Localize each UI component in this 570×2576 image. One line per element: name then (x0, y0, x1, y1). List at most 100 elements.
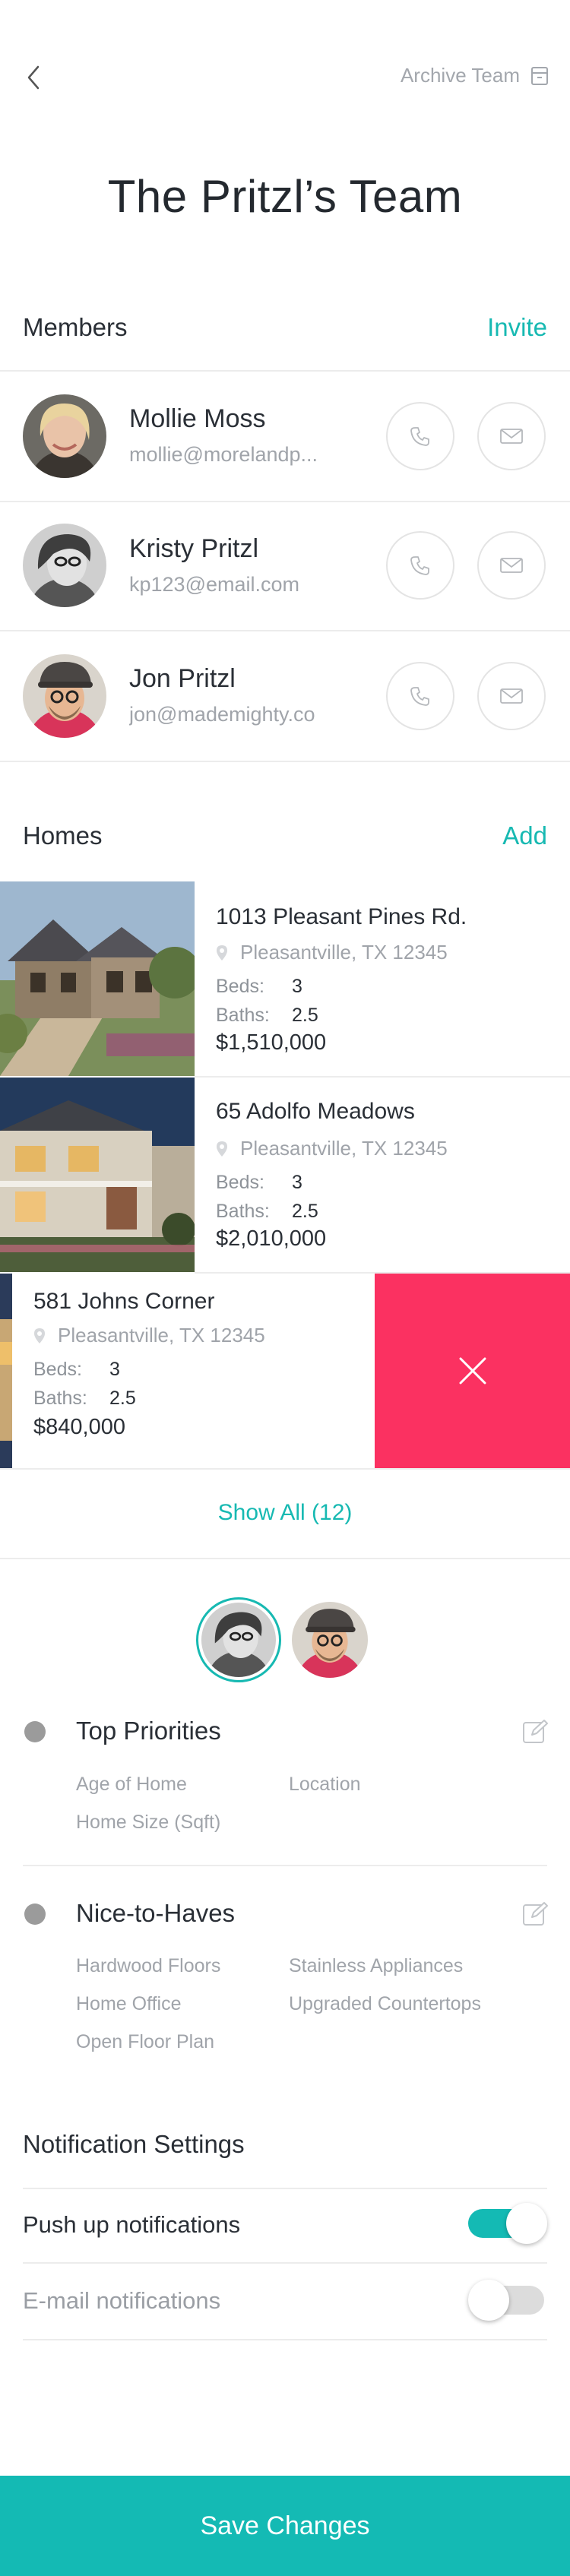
beds-value: 3 (292, 976, 302, 997)
toggle-knob (506, 2203, 547, 2244)
home-photo (0, 881, 195, 1076)
home-location: Pleasantville, TX 12345 (216, 1137, 448, 1160)
member-email: jon@mademighty.co (129, 703, 315, 726)
priority-item: Hardwood Floors (76, 1955, 221, 1976)
phone-icon (410, 556, 429, 575)
home-photo (0, 1078, 195, 1272)
mail-icon (500, 688, 523, 704)
avatar (23, 654, 106, 738)
edit-top-priorities-button[interactable] (521, 1718, 549, 1745)
home-address: 1013 Pleasant Pines Rd. (216, 904, 467, 929)
nice-to-haves-title: Nice-to-Haves (76, 1899, 236, 1927)
member-email: kp123@email.com (129, 573, 300, 596)
avatar (292, 1602, 368, 1678)
home-city: Pleasantville, TX 12345 (240, 1137, 448, 1160)
member-row[interactable]: Mollie Moss mollie@morelandp... (0, 372, 570, 501)
priority-item: Home Size (Sqft) (76, 1812, 221, 1833)
delete-home-button[interactable] (375, 1274, 570, 1468)
edit-icon (523, 1720, 548, 1743)
divider (0, 1468, 570, 1470)
member-name: Kristy Pritzl (129, 534, 258, 563)
email-button[interactable] (477, 402, 546, 470)
phone-icon (410, 427, 429, 446)
member-name: Jon Pritzl (129, 664, 236, 693)
beds-label: Beds: (33, 1359, 82, 1380)
home-price: $2,010,000 (216, 1226, 327, 1251)
divider (0, 1558, 570, 1559)
back-button[interactable] (18, 62, 49, 93)
mail-icon (500, 558, 523, 573)
member-email: mollie@morelandp... (129, 443, 318, 466)
email-button[interactable] (477, 531, 546, 600)
notification-settings-title: Notification Settings (23, 2130, 245, 2158)
priority-item: Location (289, 1774, 361, 1795)
priority-item: Upgraded Countertops (289, 1993, 481, 2014)
home-card[interactable]: 1013 Pleasant Pines Rd. Pleasantville, T… (0, 881, 570, 1076)
divider (23, 2339, 547, 2340)
divider (23, 2188, 547, 2189)
save-changes-button[interactable]: Save Changes (0, 2476, 570, 2576)
priority-item: Open Floor Plan (76, 2031, 215, 2052)
priority-bullet (24, 1904, 46, 1925)
home-card[interactable]: 581 Johns Corner Pleasantville, TX 12345… (0, 1274, 570, 1468)
priority-item: Home Office (76, 1993, 182, 2014)
add-home-button[interactable]: Add (502, 821, 547, 850)
baths-value: 2.5 (109, 1388, 136, 1409)
homes-section-title: Homes (23, 821, 103, 850)
top-priorities-title: Top Priorities (76, 1717, 221, 1745)
member-row[interactable]: Jon Pritzl jon@mademighty.co (0, 631, 570, 761)
divider (23, 1865, 547, 1866)
call-button[interactable] (386, 402, 454, 470)
home-city: Pleasantville, TX 12345 (240, 941, 448, 964)
phone-icon (410, 687, 429, 706)
archive-team-button[interactable]: Archive Team (401, 64, 549, 87)
call-button[interactable] (386, 662, 454, 730)
baths-label: Baths: (216, 1201, 270, 1222)
home-address: 581 Johns Corner (33, 1289, 215, 1314)
archive-team-label: Archive Team (400, 64, 520, 87)
member-name: Mollie Moss (129, 404, 266, 433)
push-notifications-toggle[interactable] (468, 2203, 547, 2244)
edit-nice-to-haves-button[interactable] (521, 1900, 549, 1928)
members-section-title: Members (23, 313, 128, 341)
baths-label: Baths: (216, 1005, 270, 1026)
beds-label: Beds: (216, 1172, 264, 1193)
beds-label: Beds: (216, 976, 264, 997)
home-card[interactable]: 65 Adolfo Meadows Pleasantville, TX 1234… (0, 1078, 570, 1272)
edit-icon (523, 1902, 548, 1926)
call-button[interactable] (386, 531, 454, 600)
page-title: The Pritzl’s Team (107, 171, 463, 222)
avatar (23, 394, 106, 478)
map-pin-icon (217, 945, 227, 960)
show-all-homes-button[interactable]: Show All (12) (0, 1500, 570, 1526)
avatar (23, 524, 106, 607)
beds-value: 3 (292, 1172, 302, 1193)
email-button[interactable] (477, 662, 546, 730)
divider (23, 2262, 547, 2264)
avatar (201, 1603, 276, 1677)
map-pin-icon (34, 1328, 45, 1343)
push-notifications-label: Push up notifications (23, 2211, 241, 2238)
divider (0, 761, 570, 762)
home-photo (0, 1274, 12, 1468)
priority-item: Stainless Appliances (289, 1955, 464, 1976)
priority-item: Age of Home (76, 1774, 187, 1795)
home-address: 65 Adolfo Meadows (216, 1099, 415, 1124)
toggle-knob (468, 2280, 509, 2321)
map-pin-icon (217, 1141, 227, 1157)
email-notifications-toggle[interactable] (468, 2280, 547, 2321)
baths-value: 2.5 (292, 1005, 318, 1026)
member-avatar-tab-jon[interactable] (292, 1602, 368, 1678)
member-row[interactable]: Kristy Pritzl kp123@email.com (0, 502, 570, 631)
home-city: Pleasantville, TX 12345 (58, 1324, 265, 1347)
home-location: Pleasantville, TX 12345 (33, 1324, 265, 1347)
baths-label: Baths: (33, 1388, 87, 1409)
email-notifications-label: E-mail notifications (23, 2287, 221, 2314)
baths-value: 2.5 (292, 1201, 318, 1222)
archive-icon (531, 66, 548, 85)
home-price: $840,000 (33, 1415, 125, 1439)
member-avatar-tab-kristy[interactable] (196, 1597, 281, 1682)
home-price: $1,510,000 (216, 1030, 327, 1055)
priority-bullet (24, 1721, 46, 1742)
invite-button[interactable]: Invite (487, 313, 547, 342)
